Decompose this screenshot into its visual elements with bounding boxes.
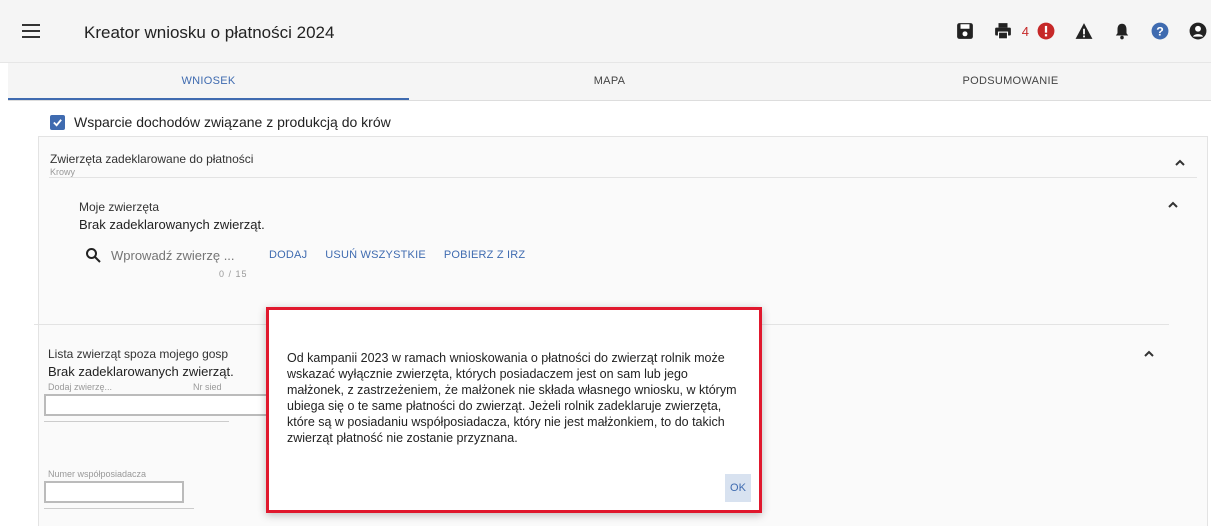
chevron-up-icon[interactable]: [1142, 347, 1156, 361]
dialog-message: Od kampanii 2023 w ramach wnioskowania o…: [287, 351, 737, 445]
header-actions: 4 ?: [940, 18, 1211, 44]
bell-icon[interactable]: [1109, 18, 1135, 44]
field-underline: [44, 508, 194, 509]
warning-icon[interactable]: [1071, 18, 1097, 44]
error-icon[interactable]: [1033, 18, 1059, 44]
save-icon[interactable]: [952, 18, 978, 44]
chevron-up-icon[interactable]: [1166, 198, 1180, 212]
other-animals-empty: Brak zadeklarowanych zwierząt.: [48, 364, 234, 379]
add-button[interactable]: DODAJ: [269, 249, 307, 261]
menu-icon[interactable]: [22, 24, 40, 38]
support-checkbox[interactable]: [50, 114, 65, 130]
animals-panel-title: Zwierzęta zadeklarowane do płatności: [50, 152, 254, 166]
chevron-up-icon[interactable]: [1173, 156, 1187, 170]
help-icon[interactable]: ?: [1147, 18, 1173, 44]
fetch-from-irz-button[interactable]: POBIERZ Z IRZ: [444, 249, 525, 261]
tab-bar: WNIOSEK MAPA PODSUMOWANIE: [8, 63, 1211, 101]
my-animals-title: Moje zwierzęta: [79, 200, 160, 214]
nr-label: Nr sied: [193, 382, 222, 392]
coowner-label: Numer współposiadacza: [48, 469, 147, 479]
animal-search-input[interactable]: [111, 247, 251, 263]
animals-panel-subtitle: Krowy: [50, 167, 76, 177]
print-icon[interactable]: [990, 18, 1016, 44]
other-animals-title: Lista zwierząt spoza mojego gosp: [48, 347, 229, 361]
error-count: 4: [1021, 23, 1029, 39]
support-option[interactable]: Wsparcie dochodów związane z produkcją d…: [50, 114, 391, 130]
coowner-field[interactable]: [44, 481, 184, 503]
divider: [49, 177, 1197, 178]
my-animals-panel: Moje zwierzęta Brak zadeklarowanych zwie…: [65, 182, 1200, 327]
user-icon[interactable]: [1185, 18, 1211, 44]
app-header: Kreator wniosku o płatności 2024 4 ?: [0, 0, 1211, 63]
search-icon: [86, 248, 101, 263]
animal-search-row: DODAJ USUŃ WSZYSTKIE POBIERZ Z IRZ: [85, 247, 525, 263]
tab-podsumowanie[interactable]: PODSUMOWANIE: [810, 63, 1211, 100]
add-animal-field[interactable]: [44, 394, 274, 416]
svg-text:?: ?: [1156, 25, 1164, 39]
search-counter: 0 / 15: [219, 269, 248, 279]
remove-all-button[interactable]: USUŃ WSZYSTKIE: [325, 249, 426, 261]
add-animal-label: Dodaj zwierzę...: [48, 382, 113, 392]
my-animals-empty: Brak zadeklarowanych zwierząt.: [79, 217, 265, 232]
page-title: Kreator wniosku o płatności 2024: [84, 23, 335, 42]
info-dialog: Od kampanii 2023 w ramach wnioskowania o…: [266, 307, 762, 513]
tab-wniosek[interactable]: WNIOSEK: [8, 63, 409, 100]
field-underline: [44, 421, 229, 422]
ok-button[interactable]: OK: [725, 474, 751, 502]
support-label: Wsparcie dochodów związane z produkcją d…: [74, 114, 391, 130]
tab-mapa[interactable]: MAPA: [409, 63, 810, 100]
